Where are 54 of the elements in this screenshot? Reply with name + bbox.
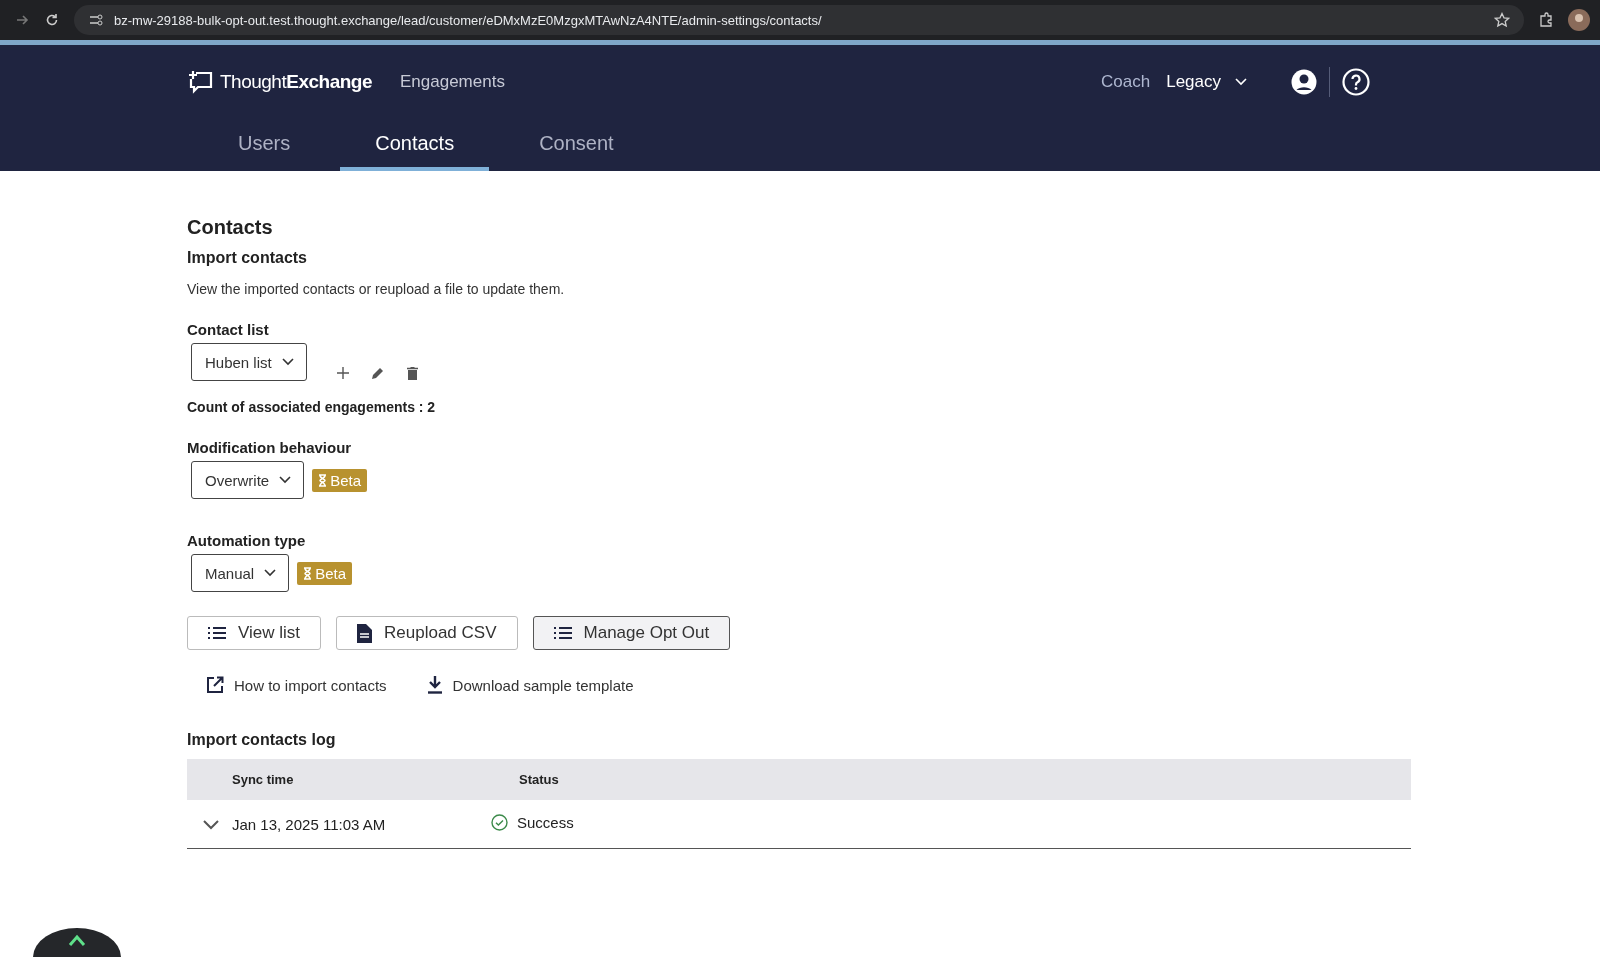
chevron-down-icon	[1235, 78, 1247, 86]
chevron-down-icon[interactable]	[203, 819, 219, 830]
action-button[interactable]: Reupload CSV	[336, 616, 518, 650]
url-text: bz-mw-29188-bulk-opt-out.test.thought.exchange/lead/customer/eDMxMzE0MzgxMTAwNzA4NTE/admin-settings/contacts/	[114, 12, 822, 28]
check-circle-icon	[491, 814, 508, 831]
page-title: Contacts	[187, 216, 274, 239]
chevron-down-icon	[281, 358, 294, 366]
field-label: Automation type	[187, 532, 307, 549]
chevron-down-icon	[279, 476, 292, 484]
beta-badge: Beta	[312, 468, 368, 492]
list-icon	[553, 626, 572, 640]
action-button[interactable]: Manage Opt Out	[532, 616, 731, 650]
log-title: Import contacts log	[187, 731, 337, 749]
site-info-icon[interactable]	[88, 12, 104, 28]
chevron-up-icon	[68, 934, 86, 946]
help-icon[interactable]	[1342, 68, 1370, 96]
help-link[interactable]: Download sample template	[426, 676, 634, 694]
legacy-dropdown[interactable]: Legacy	[1166, 72, 1247, 92]
help-link[interactable]: How to import contacts	[206, 676, 387, 694]
description-text: View the imported contacts or reupload a file to update them.	[187, 281, 566, 297]
section-title: Import contacts	[187, 249, 308, 267]
add-icon[interactable]	[336, 367, 349, 379]
tab[interactable]: Contacts	[340, 120, 490, 171]
dropdown[interactable]: Overwrite	[191, 461, 305, 499]
field-label: Contact list	[187, 321, 270, 338]
beta-badge: Beta	[297, 561, 353, 585]
profile-avatar[interactable]	[1568, 9, 1590, 31]
extensions-icon[interactable]	[1538, 12, 1554, 28]
tab[interactable]: Consent	[489, 120, 664, 171]
column-header: Status	[519, 772, 559, 787]
tab[interactable]: Users	[188, 120, 341, 171]
status-text: Success	[517, 814, 574, 831]
pencil-icon[interactable]	[370, 366, 385, 380]
dropdown[interactable]: Manual	[191, 554, 290, 592]
external-link-icon	[206, 676, 224, 694]
action-button[interactable]: View list	[187, 616, 322, 650]
star-icon[interactable]	[1494, 12, 1510, 28]
user-account-icon[interactable]	[1291, 69, 1317, 95]
field-label: Modification behaviour	[187, 439, 353, 456]
trash-icon[interactable]	[406, 366, 418, 380]
nav-link[interactable]: Engagements	[400, 72, 505, 92]
table-cell: Jan 13, 2025 11:03 AM	[232, 815, 386, 833]
list-icon	[208, 626, 226, 640]
dropdown[interactable]: Huben list	[191, 343, 307, 381]
chevron-down-icon	[264, 569, 277, 577]
engagement-count-text: Count of associated engagements : 2	[187, 399, 437, 415]
coach-link[interactable]: Coach	[1101, 72, 1151, 92]
logo-icon	[188, 69, 214, 95]
column-header: Sync time	[232, 772, 294, 787]
document-icon	[357, 623, 373, 643]
reload-icon[interactable]	[44, 12, 60, 28]
download-icon	[426, 676, 443, 694]
logo-text: ThoughtExchange	[220, 71, 372, 93]
address-bar[interactable]: bz-mw-29188-bulk-opt-out.test.thought.exchange/lead/customer/eDMxMzE0MzgxMTAwNzA4NTE/admin-settings/contacts/	[74, 5, 1524, 35]
